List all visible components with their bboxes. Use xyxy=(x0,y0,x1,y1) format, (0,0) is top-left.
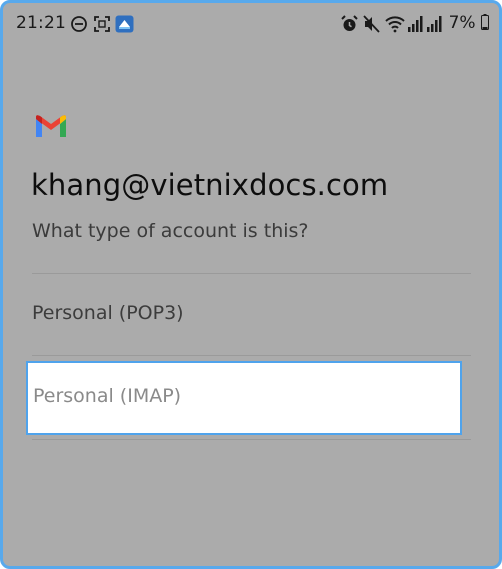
device-screen: 21:21 7% khang@vietnixdocs.com What type… xyxy=(0,0,502,569)
battery-percent: 7% xyxy=(448,13,476,33)
signal-icon xyxy=(427,16,442,32)
mute-icon xyxy=(363,15,380,33)
battery-icon xyxy=(481,14,489,30)
option-label: Personal (IMAP) xyxy=(33,385,182,407)
account-email: khang@vietnixdocs.com xyxy=(31,168,389,202)
do-not-disturb-icon xyxy=(71,16,87,32)
divider xyxy=(32,273,471,274)
gmail-icon xyxy=(36,115,66,137)
app-notification-icon xyxy=(115,15,134,33)
signal-icon xyxy=(408,16,423,32)
option-personal-pop3[interactable]: Personal (POP3) xyxy=(32,302,184,324)
option-personal-imap[interactable]: Personal (IMAP) xyxy=(26,361,462,435)
status-time: 21:21 xyxy=(16,13,66,33)
account-type-question: What type of account is this? xyxy=(32,220,309,242)
battery-level: 7% xyxy=(449,13,489,33)
alarm-icon xyxy=(341,15,358,31)
divider xyxy=(32,439,471,440)
wifi-icon xyxy=(385,16,405,33)
status-bar: 21:21 7% xyxy=(3,3,499,47)
screenshot-icon xyxy=(94,16,110,32)
divider xyxy=(32,355,471,356)
